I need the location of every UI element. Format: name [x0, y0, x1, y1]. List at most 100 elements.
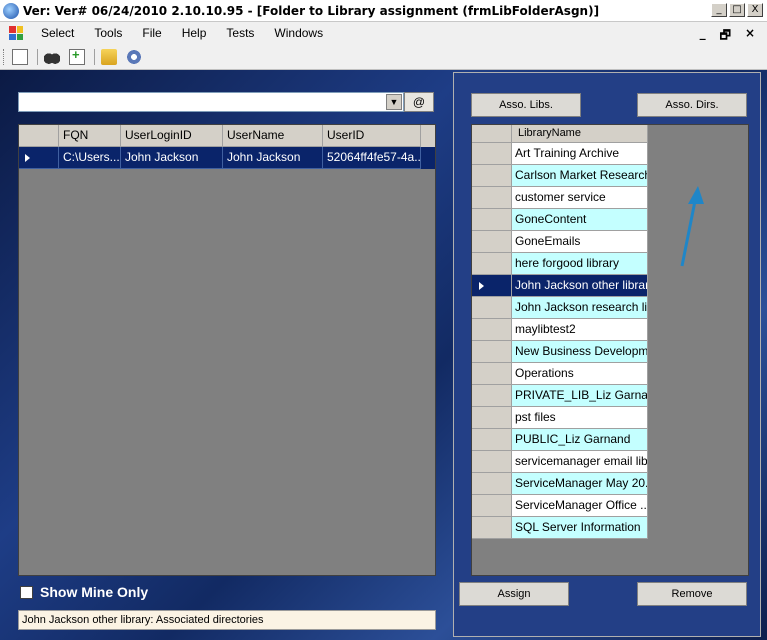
table-row[interactable]: servicemanager email libr...	[472, 451, 748, 473]
row-selector[interactable]	[472, 407, 512, 429]
row-selector[interactable]	[472, 473, 512, 495]
new-document-icon[interactable]	[12, 48, 28, 65]
row-selector[interactable]	[472, 517, 512, 539]
cell-libraryname[interactable]: customer service	[512, 187, 648, 209]
row-pointer-icon	[479, 282, 484, 290]
table-row[interactable]: PRIVATE_LIB_Liz Garna...	[472, 385, 748, 407]
asso-libs-button[interactable]: Asso. Libs.	[471, 93, 581, 117]
cell-libraryname[interactable]: John Jackson research li...	[512, 297, 648, 319]
row-selector[interactable]	[472, 253, 512, 275]
cell-libraryname[interactable]: PUBLIC_Liz Garnand	[512, 429, 648, 451]
add-file-icon[interactable]	[69, 47, 85, 65]
cell-userloginid[interactable]: John Jackson	[121, 147, 223, 169]
row-selector[interactable]	[472, 385, 512, 407]
row-selector[interactable]	[472, 165, 512, 187]
cell-libraryname[interactable]: ServiceManager May 20...	[512, 473, 648, 495]
title-bar: Ver: Ver# 06/24/2010 2.10.10.95 - [Folde…	[0, 0, 767, 22]
cell-libraryname[interactable]: GoneContent	[512, 209, 648, 231]
close-button[interactable]: X	[747, 3, 763, 17]
row-selector[interactable]	[472, 297, 512, 319]
table-row[interactable]: Art Training Archive	[472, 143, 748, 165]
cell-userid[interactable]: 52064ff4fe57-4a...	[323, 147, 421, 169]
show-mine-only-checkbox[interactable]	[20, 585, 33, 599]
row-selector[interactable]	[472, 143, 512, 165]
cell-username[interactable]: John Jackson	[223, 147, 323, 169]
cell-libraryname[interactable]: PRIVATE_LIB_Liz Garna...	[512, 385, 648, 407]
cell-libraryname[interactable]: Carlson Market Research	[512, 165, 648, 187]
app-globe-icon	[3, 2, 19, 19]
cell-libraryname[interactable]: SQL Server Information	[512, 517, 648, 539]
menu-tools[interactable]: Tools	[84, 26, 132, 40]
row-selector[interactable]	[472, 451, 512, 473]
gear-icon[interactable]	[126, 48, 142, 65]
window-title: Ver: Ver# 06/24/2010 2.10.10.95 - [Folde…	[23, 3, 600, 18]
row-selector[interactable]	[472, 319, 512, 341]
table-row[interactable]: John Jackson other library	[472, 275, 748, 297]
row-selector[interactable]	[472, 209, 512, 231]
table-row[interactable]: PUBLIC_Liz Garnand	[472, 429, 748, 451]
right-panel: Asso. Libs. Asso. Dirs. LibraryName Art …	[453, 72, 761, 637]
minimize-button[interactable]: _	[711, 3, 727, 17]
toolbar-grip[interactable]	[3, 48, 6, 65]
folder-icon[interactable]	[101, 48, 117, 65]
column-header-userloginid[interactable]: UserLoginID	[121, 125, 223, 147]
at-button[interactable]: @	[404, 92, 434, 112]
cell-libraryname[interactable]: GoneEmails	[512, 231, 648, 253]
row-selector[interactable]	[472, 429, 512, 451]
binoculars-icon[interactable]	[44, 48, 60, 65]
row-selector[interactable]	[19, 147, 59, 169]
assign-button[interactable]: Assign	[459, 582, 569, 606]
table-row[interactable]: John Jackson research li...	[472, 297, 748, 319]
row-selector[interactable]	[472, 187, 512, 209]
cell-libraryname[interactable]: Operations	[512, 363, 648, 385]
directories-grid[interactable]: FQN UserLoginID UserName UserID C:\Users…	[18, 124, 436, 576]
table-row[interactable]: C:\Users... John Jackson John Jackson 52…	[19, 147, 435, 169]
app-menu-icon[interactable]	[9, 26, 23, 40]
cell-libraryname[interactable]: here forgood library	[512, 253, 648, 275]
cell-libraryname[interactable]: pst files	[512, 407, 648, 429]
remove-button[interactable]: Remove	[637, 582, 747, 606]
row-selector[interactable]	[472, 341, 512, 363]
row-selector[interactable]	[472, 231, 512, 253]
main-content: ▼ @ FQN UserLoginID UserName UserID C:\U…	[0, 70, 767, 640]
column-header-fqn[interactable]: FQN	[59, 125, 121, 147]
menu-tests[interactable]: Tests	[216, 26, 264, 40]
cell-libraryname[interactable]: New Business Developm...	[512, 341, 648, 363]
column-header-username[interactable]: UserName	[223, 125, 323, 147]
menu-windows[interactable]: Windows	[264, 26, 333, 40]
row-pointer-icon	[25, 154, 30, 162]
directory-combo[interactable]: ▼	[18, 92, 404, 112]
annotation-arrow-icon	[680, 186, 704, 267]
row-selector[interactable]	[472, 363, 512, 385]
table-row[interactable]: ServiceManager Office ...	[472, 495, 748, 517]
cell-libraryname[interactable]: maylibtest2	[512, 319, 648, 341]
row-selector[interactable]	[472, 495, 512, 517]
table-row[interactable]: ServiceManager May 20...	[472, 473, 748, 495]
table-row[interactable]: maylibtest2	[472, 319, 748, 341]
toolbar-separator	[37, 48, 38, 65]
menu-help[interactable]: Help	[172, 26, 217, 40]
table-row[interactable]: Operations	[472, 363, 748, 385]
row-header-corner	[19, 125, 59, 147]
cell-libraryname[interactable]: ServiceManager Office ...	[512, 495, 648, 517]
column-header-userid[interactable]: UserID	[323, 125, 421, 147]
maximize-button[interactable]: □	[729, 3, 745, 17]
cell-libraryname[interactable]: John Jackson other library	[512, 275, 648, 297]
grid-header: LibraryName	[472, 125, 748, 143]
status-box: John Jackson other library: Associated d…	[18, 610, 436, 630]
row-selector[interactable]	[472, 275, 512, 297]
show-mine-only-label[interactable]: Show Mine Only	[40, 584, 148, 600]
table-row[interactable]: SQL Server Information	[472, 517, 748, 539]
asso-dirs-button[interactable]: Asso. Dirs.	[637, 93, 747, 117]
cell-libraryname[interactable]: servicemanager email libr...	[512, 451, 648, 473]
menu-select[interactable]: Select	[31, 26, 84, 40]
table-row[interactable]: New Business Developm...	[472, 341, 748, 363]
chevron-down-icon[interactable]: ▼	[386, 94, 402, 110]
toolbar-separator	[94, 48, 95, 65]
menu-file[interactable]: File	[132, 26, 171, 40]
column-header-libraryname[interactable]: LibraryName	[512, 125, 648, 143]
cell-libraryname[interactable]: Art Training Archive	[512, 143, 648, 165]
table-row[interactable]: pst files	[472, 407, 748, 429]
show-mine-only-row: Show Mine Only	[20, 584, 148, 600]
cell-fqn[interactable]: C:\Users...	[59, 147, 121, 169]
